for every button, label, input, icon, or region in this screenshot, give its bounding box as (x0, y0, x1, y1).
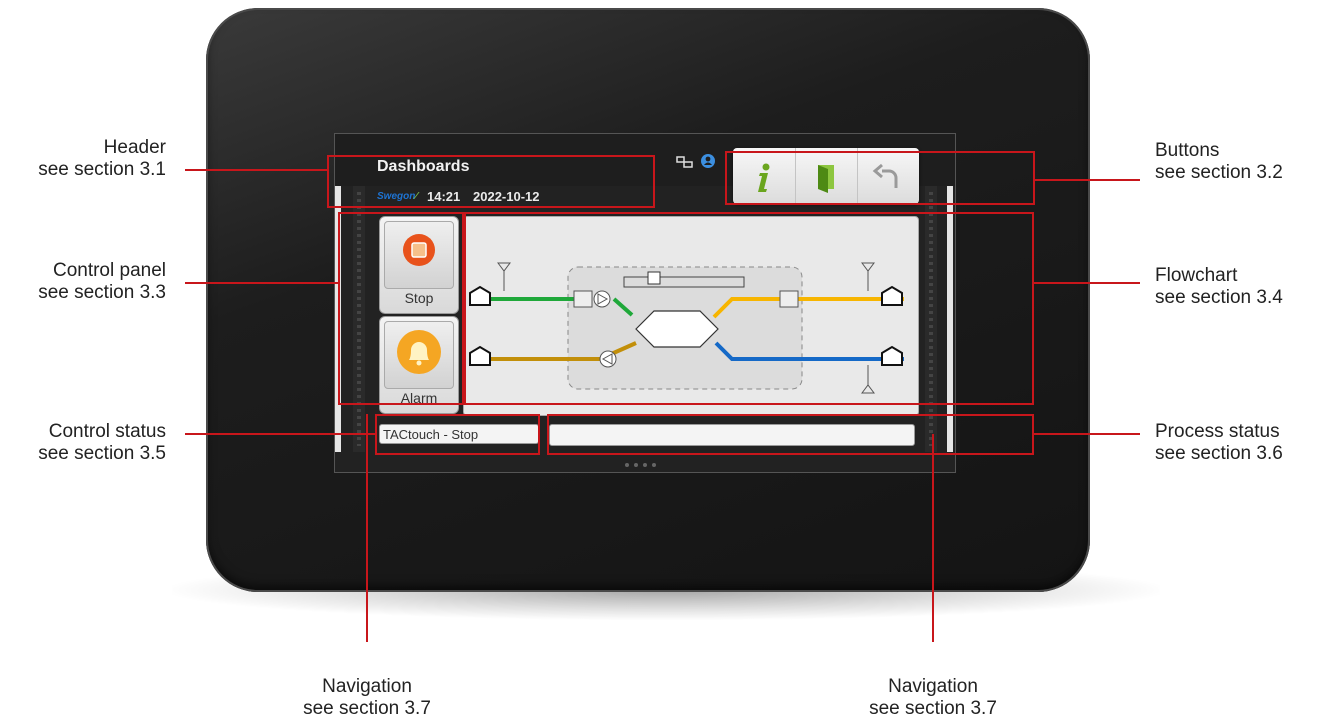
callout-lines (185, 169, 1140, 642)
callout-title: Buttons (1155, 140, 1220, 161)
control-status-callout: Control status see section 3.5 (38, 421, 166, 465)
flowchart-callout: Flowchart see section 3.4 (1155, 265, 1283, 309)
callout-ref: see section 3.7 (303, 698, 431, 719)
callout-ref: see section 3.7 (869, 698, 997, 719)
callout-title: Flowchart (1155, 265, 1238, 286)
callout-ref: see section 3.4 (1155, 287, 1283, 308)
callout-title: Navigation (888, 676, 978, 697)
process-status-callout: Process status see section 3.6 (1155, 421, 1283, 465)
navigation-left-callout: Navigation see section 3.7 (272, 676, 462, 720)
callout-ref: see section 3.1 (38, 159, 166, 180)
callout-title: Control panel (52, 260, 166, 281)
buttons-callout: Buttons see section 3.2 (1155, 140, 1283, 184)
header-callout: Header see section 3.1 (38, 137, 166, 181)
callout-ref: see section 3.2 (1155, 162, 1283, 183)
callout-title: Control status (48, 421, 166, 442)
callout-title: Header (103, 137, 166, 158)
navigation-right-callout: Navigation see section 3.7 (838, 676, 1028, 720)
callout-ref: see section 3.6 (1155, 443, 1283, 464)
callout-title: Process status (1155, 421, 1280, 442)
control-panel-callout: Control panel see section 3.3 (38, 260, 166, 304)
callout-ref: see section 3.5 (38, 443, 166, 464)
callout-title: Navigation (322, 676, 412, 697)
callout-ref: see section 3.3 (38, 282, 166, 303)
